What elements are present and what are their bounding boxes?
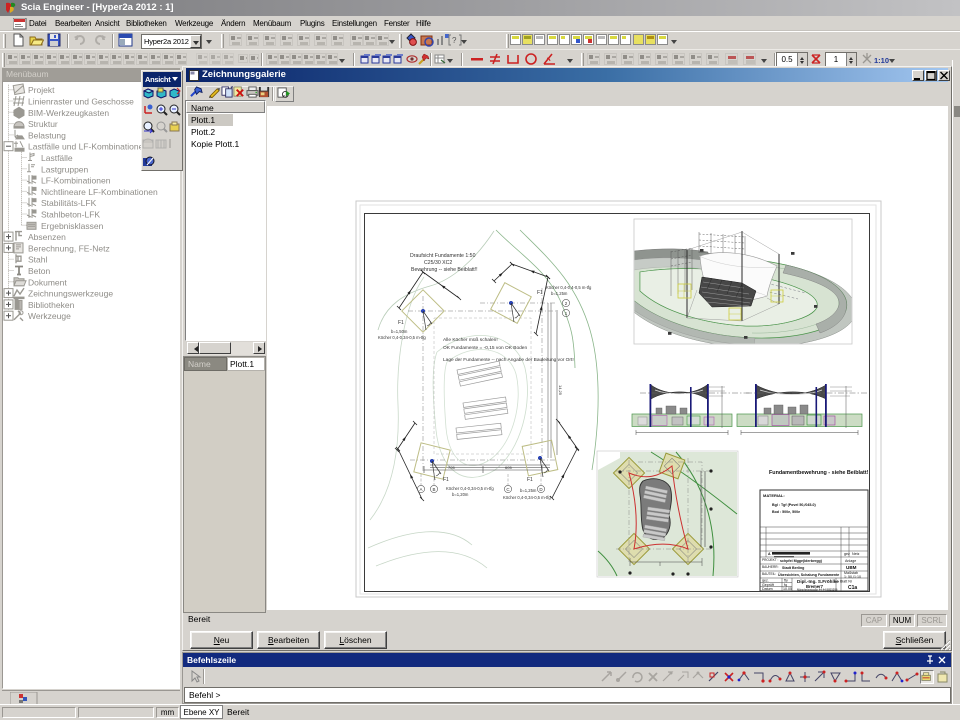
svg-text:A: A bbox=[419, 487, 422, 492]
svg-text:B: B bbox=[432, 487, 435, 492]
svg-text:F1: F1 bbox=[527, 477, 533, 483]
svg-text:?: ? bbox=[452, 36, 457, 45]
svg-text:Werkzeuge: Werkzeuge bbox=[28, 311, 71, 321]
svg-text:Übersichten, Schalung Fundamen: Übersichten, Schalung Fundamente bbox=[778, 572, 839, 577]
svg-text:605: 605 bbox=[505, 465, 512, 470]
svg-text:Datum: Datum bbox=[762, 587, 773, 591]
svg-text:Projekt: Projekt bbox=[28, 85, 55, 95]
svg-text:Köcher 0,4-0,34-0,5 m-tfg: Köcher 0,4-0,34-0,5 m-tfg bbox=[446, 486, 494, 491]
svg-text:OK Fundamente = -0,15 von OK B: OK Fundamente = -0,15 von OK Boden bbox=[443, 345, 527, 351]
svg-text:Belastung: Belastung bbox=[28, 130, 66, 140]
svg-text:Bibliotheken: Bibliotheken bbox=[28, 300, 75, 310]
svg-text:Köcher 0,4-0,4-0,5 m-tfg: Köcher 0,4-0,4-0,5 m-tfg bbox=[546, 285, 592, 290]
svg-text:BAUTEIL:: BAUTEIL: bbox=[762, 572, 776, 576]
svg-text:Lage der Fundamente -- nach An: Lage der Fundamente -- nach Angabe der B… bbox=[443, 357, 574, 363]
svg-text:10.05: 10.05 bbox=[783, 587, 792, 591]
svg-text:Berechnung, FE-Netz: Berechnung, FE-Netz bbox=[28, 243, 110, 253]
svg-text:Alle Köcher müß schalen!: Alle Köcher müß schalen! bbox=[443, 337, 498, 343]
svg-text:C25/30 XC2: C25/30 XC2 bbox=[424, 260, 452, 266]
svg-text:F1: F1 bbox=[443, 477, 449, 483]
svg-text:b=1,50m: b=1,50m bbox=[391, 329, 408, 334]
svg-text:Anlage: Anlage bbox=[845, 559, 856, 563]
svg-text:Nichtlineare LF-Kombinationen: Nichtlineare LF-Kombinationen bbox=[41, 187, 158, 197]
svg-text:b=1,25m: b=1,25m bbox=[520, 488, 537, 493]
svg-text:Köcher 0,4-0,34-0,5 m-tfg: Köcher 0,4-0,34-0,5 m-tfg bbox=[503, 495, 551, 500]
svg-text:1:10: 1:10 bbox=[874, 56, 889, 65]
svg-text:Lastgruppen: Lastgruppen bbox=[41, 164, 89, 174]
svg-text:Bod : 500e, 500e: Bod : 500e, 500e bbox=[772, 510, 800, 514]
svg-text:Absenzen: Absenzen bbox=[28, 232, 66, 242]
svg-text:Draufsicht Fundamente 1:50: Draufsicht Fundamente 1:50 bbox=[410, 253, 476, 259]
svg-text:Struktur: Struktur bbox=[28, 119, 58, 129]
svg-text:gez: gez bbox=[844, 552, 850, 556]
svg-text:Blatt Nr: Blatt Nr bbox=[840, 580, 853, 584]
svg-text:Bgl : Tgf (Povel 50,/045-0): Bgl : Tgf (Povel 50,/045-0) bbox=[772, 503, 817, 507]
svg-text:b=1,25m: b=1,25m bbox=[551, 291, 568, 296]
svg-text:MATERIAL:: MATERIAL: bbox=[763, 493, 785, 498]
svg-text:Ergebnisklassen: Ergebnisklassen bbox=[41, 221, 104, 231]
svg-text:Stahlbeton-LFK: Stahlbeton-LFK bbox=[41, 210, 100, 220]
svg-text:Fundamentbewehrung - siehe Bei: Fundamentbewehrung - siehe Beiblatt! bbox=[769, 470, 869, 476]
svg-text:Stabilitäts-LFK: Stabilitäts-LFK bbox=[41, 198, 97, 208]
svg-text:gez.: gez. bbox=[762, 579, 769, 583]
svg-text:F1: F1 bbox=[398, 320, 404, 326]
svg-text:Stadt Berling: Stadt Berling bbox=[782, 566, 804, 570]
svg-text:Köcher 0,4-0,34-0,5 m-tfg: Köcher 0,4-0,34-0,5 m-tfg bbox=[378, 335, 426, 340]
svg-text:Linienraster und Geschosse: Linienraster und Geschosse bbox=[28, 97, 134, 107]
svg-text:C1a: C1a bbox=[848, 585, 857, 591]
svg-text:PROJEKT :: PROJEKT : bbox=[762, 558, 779, 562]
svg-text:Lastfälle: Lastfälle bbox=[41, 153, 73, 163]
svg-text:Stahl: Stahl bbox=[28, 255, 47, 265]
svg-text:BAUHERR:: BAUHERR: bbox=[762, 565, 779, 569]
svg-text:UBM: UBM bbox=[846, 565, 857, 570]
svg-text:fty: fty bbox=[784, 579, 788, 583]
svg-text:BIM-Werkzeugkasten: BIM-Werkzeugkasten bbox=[28, 108, 109, 118]
svg-text:Männheimstraße 44 44 8855596: Männheimstraße 44 44 8855596 bbox=[797, 588, 838, 592]
svg-text:1: 50,/1:10: 1: 50,/1:10 bbox=[844, 575, 861, 579]
svg-text:Lastfälle und LF-Kombinationen: Lastfälle und LF-Kombinationen bbox=[28, 142, 148, 152]
svg-text:A: A bbox=[768, 552, 771, 556]
svg-text:705: 705 bbox=[448, 465, 455, 470]
svg-text:b=1,20m: b=1,20m bbox=[452, 492, 469, 497]
svg-text:F1: F1 bbox=[537, 290, 543, 296]
svg-text:14,25: 14,25 bbox=[558, 385, 563, 396]
svg-text:Bewehrung -- siehe Beiblatt!!: Bewehrung -- siehe Beiblatt!! bbox=[411, 267, 478, 273]
svg-text:Zeichnungswerkzeuge: Zeichnungswerkzeuge bbox=[28, 289, 113, 299]
svg-text:Dokument: Dokument bbox=[28, 277, 67, 287]
svg-text:LF-Kombinationen: LF-Kombinationen bbox=[41, 176, 111, 186]
svg-text:schpfei Mgge(lderbergg): schpfei Mgge(lderbergg) bbox=[780, 559, 823, 563]
svg-text:Beton: Beton bbox=[28, 266, 50, 276]
svg-text:Netz: Netz bbox=[852, 552, 860, 556]
